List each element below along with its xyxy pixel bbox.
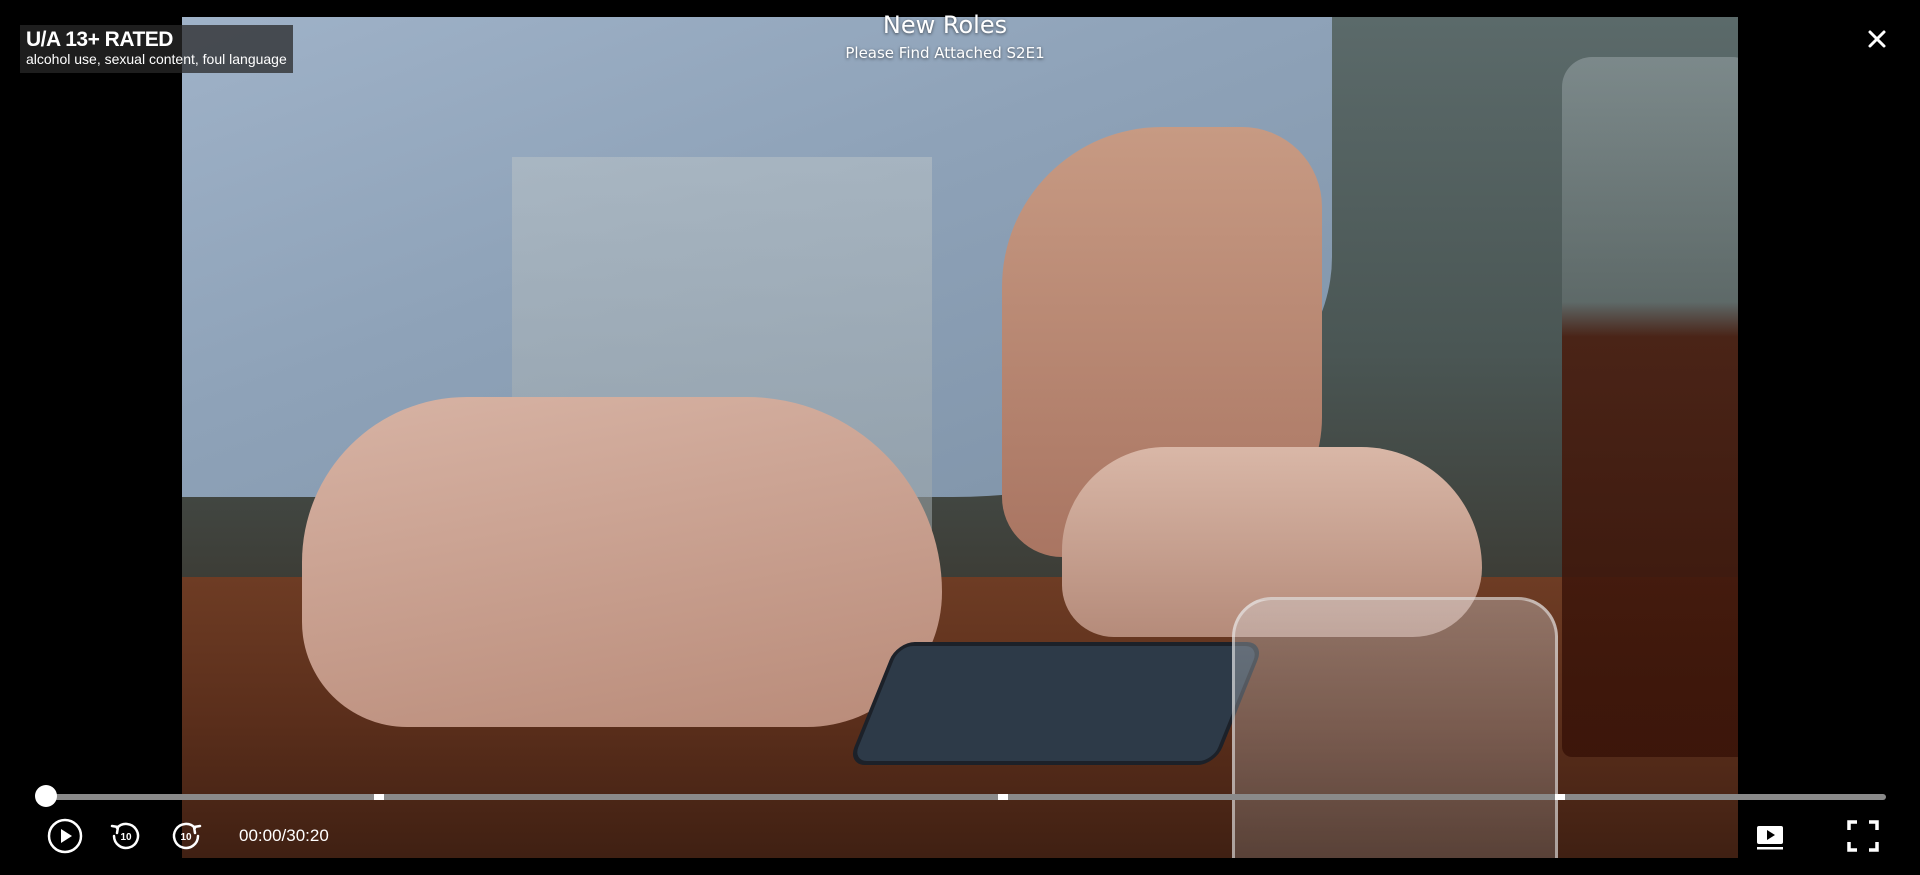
next-episode-icon [1757,826,1783,850]
play-icon [47,818,83,854]
rewind-10-button[interactable]: 10 [108,818,144,854]
fullscreen-button[interactable] [1845,818,1881,854]
play-button[interactable] [47,818,83,854]
svg-text:10: 10 [180,832,192,843]
control-bar: 10 10 00:00/30:20 [0,818,1920,858]
episode-subtitle: Please Find Attached S2E1 [845,44,1045,62]
progress-bar[interactable] [46,794,1886,800]
forward-10-icon: 10 [172,822,202,850]
close-button[interactable] [1864,26,1890,52]
scrub-handle[interactable] [35,785,57,807]
svg-text:10: 10 [120,832,132,843]
video-scene-left-hand [302,397,942,727]
chapter-marker [374,794,385,800]
rewind-10-icon: 10 [110,822,140,850]
close-icon [1868,30,1886,48]
time-display: 00:00/30:20 [239,826,329,845]
episode-title: New Roles [882,11,1008,39]
forward-10-button[interactable]: 10 [168,818,204,854]
video-scene-phone [847,642,1265,765]
video-scene-jar [1562,57,1738,757]
next-episode-button[interactable] [1753,818,1789,854]
fullscreen-icon [1847,820,1879,852]
video-frame[interactable] [182,17,1738,858]
chapter-marker [997,794,1008,800]
episode-title-block: New Roles Please Find Attached S2E1 [0,10,1890,63]
chapter-marker [1555,794,1566,800]
video-player[interactable]: U/A 13+ RATED alcohol use, sexual conten… [0,0,1920,875]
